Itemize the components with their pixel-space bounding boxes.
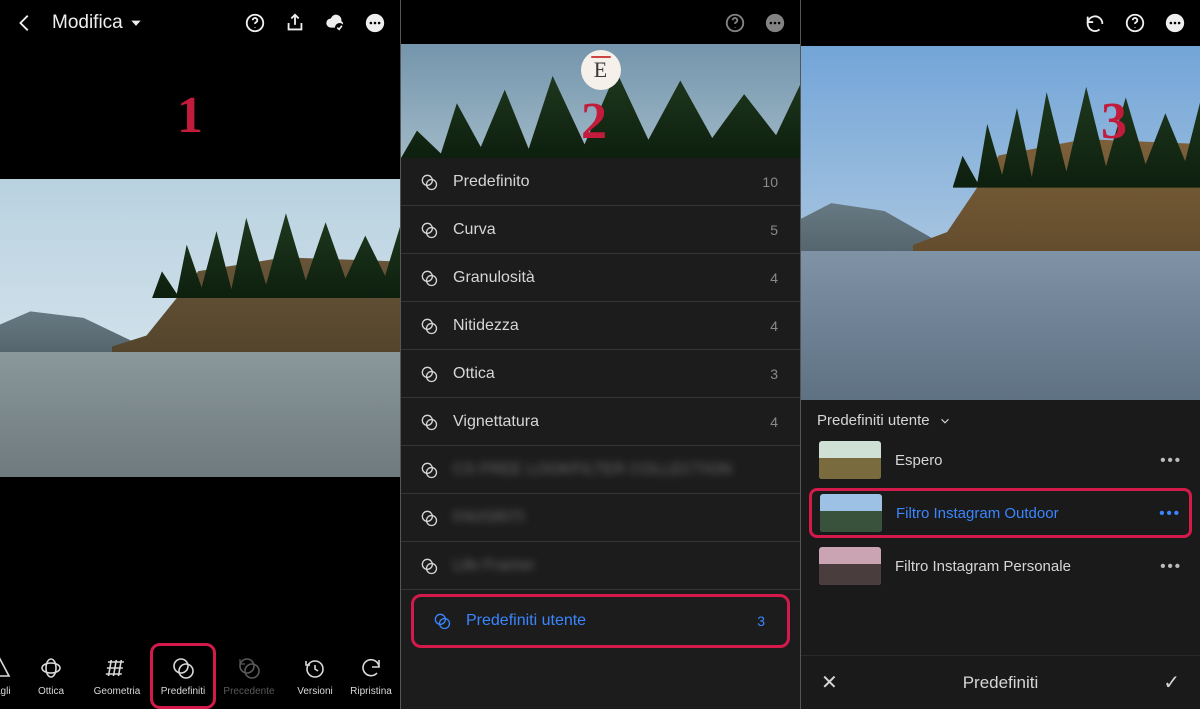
- user-preset-item-selected[interactable]: Filtro Instagram Outdoor •••: [809, 488, 1192, 538]
- help-icon[interactable]: [1122, 10, 1148, 36]
- preset-icon: [419, 460, 439, 480]
- preset-groups-list: Predefinito 10 Curva 5 Granulosità 4 Nit…: [401, 158, 800, 709]
- preset-group-row[interactable]: Nitidezza 4: [401, 302, 800, 350]
- preset-icon: [419, 556, 439, 576]
- help-icon[interactable]: [242, 10, 268, 36]
- panel-1-edit: Modifica 1: [0, 0, 400, 709]
- tool-versions[interactable]: Versioni: [282, 643, 348, 709]
- preset-icon: [419, 172, 439, 192]
- more-icon[interactable]: [1162, 10, 1188, 36]
- preset-thumbnail: [819, 547, 881, 585]
- edit-mode-label: Modifica: [52, 12, 123, 34]
- user-preset-item[interactable]: Filtro Instagram Personale •••: [811, 541, 1190, 591]
- edit-mode-dropdown[interactable]: Modifica: [52, 12, 143, 34]
- topbar: [401, 0, 800, 46]
- preset-group-row[interactable]: Curva 5: [401, 206, 800, 254]
- share-icon[interactable]: [282, 10, 308, 36]
- topbar: [801, 0, 1200, 46]
- preset-group-row[interactable]: Ottica 3: [401, 350, 800, 398]
- more-icon[interactable]: [762, 10, 788, 36]
- tool-presets[interactable]: Predefiniti: [150, 643, 216, 709]
- preset-more-icon[interactable]: •••: [1160, 452, 1182, 469]
- panel-2-preset-groups: E 2 Predefinito 10 Curva 5 Granulosità 4: [400, 0, 800, 709]
- user-preset-item[interactable]: Espero •••: [811, 435, 1190, 485]
- cloud-sync-icon[interactable]: [322, 10, 348, 36]
- tool-geometry[interactable]: Geometria: [84, 643, 150, 709]
- undo-icon[interactable]: [1082, 10, 1108, 36]
- edit-toolbar: ttagli Ottica Geometria Predefiniti Prec…: [0, 643, 400, 709]
- brand-badge[interactable]: E: [581, 50, 621, 90]
- preset-more-icon[interactable]: •••: [1160, 558, 1182, 575]
- preset-group-row[interactable]: Vignettatura 4: [401, 398, 800, 446]
- preset-icon: [419, 220, 439, 240]
- help-icon[interactable]: [722, 10, 748, 36]
- more-icon[interactable]: [362, 10, 388, 36]
- preset-icon: [419, 412, 439, 432]
- confirm-button[interactable]: ✓: [1150, 670, 1180, 695]
- preset-group-row[interactable]: Granulosità 4: [401, 254, 800, 302]
- photo-preview[interactable]: [0, 179, 400, 477]
- preset-group-row[interactable]: FAVORITI: [401, 494, 800, 542]
- tool-reset[interactable]: Ripristina: [348, 643, 394, 709]
- back-icon[interactable]: [12, 10, 38, 36]
- preset-group-row[interactable]: Predefinito 10: [401, 158, 800, 206]
- step-number-1: 1: [177, 86, 203, 145]
- preset-group-row[interactable]: CS FREE LOOKFILTER COLLECTION: [401, 446, 800, 494]
- preset-thumbnail: [819, 441, 881, 479]
- panel-3-user-presets: 3 Predefiniti utente Espero ••• Filtro I…: [800, 0, 1200, 709]
- photo-preview[interactable]: [801, 46, 1200, 400]
- preset-thumbnail: [820, 494, 882, 532]
- tool-previous[interactable]: Precedente: [216, 643, 282, 709]
- presets-footer: ✕ Predefiniti ✓: [801, 655, 1200, 709]
- preset-icon: [419, 316, 439, 336]
- footer-title: Predefiniti: [851, 673, 1150, 693]
- user-presets-panel: Predefiniti utente Espero ••• Filtro Ins…: [801, 400, 1200, 709]
- tool-optics[interactable]: Ottica: [18, 643, 84, 709]
- topbar: Modifica: [0, 0, 400, 46]
- preset-group-dropdown[interactable]: Predefiniti utente: [801, 400, 1200, 435]
- preset-icon: [419, 268, 439, 288]
- preset-icon: [419, 508, 439, 528]
- preset-icon: [419, 364, 439, 384]
- tool-detail[interactable]: ttagli: [0, 643, 18, 709]
- chevron-down-icon: [938, 414, 952, 428]
- preset-icon: [432, 611, 452, 631]
- close-button[interactable]: ✕: [821, 670, 851, 695]
- preset-group-user[interactable]: Predefiniti utente 3: [411, 594, 790, 648]
- preset-more-icon[interactable]: •••: [1159, 505, 1181, 522]
- preset-group-row[interactable]: Life Framer: [401, 542, 800, 590]
